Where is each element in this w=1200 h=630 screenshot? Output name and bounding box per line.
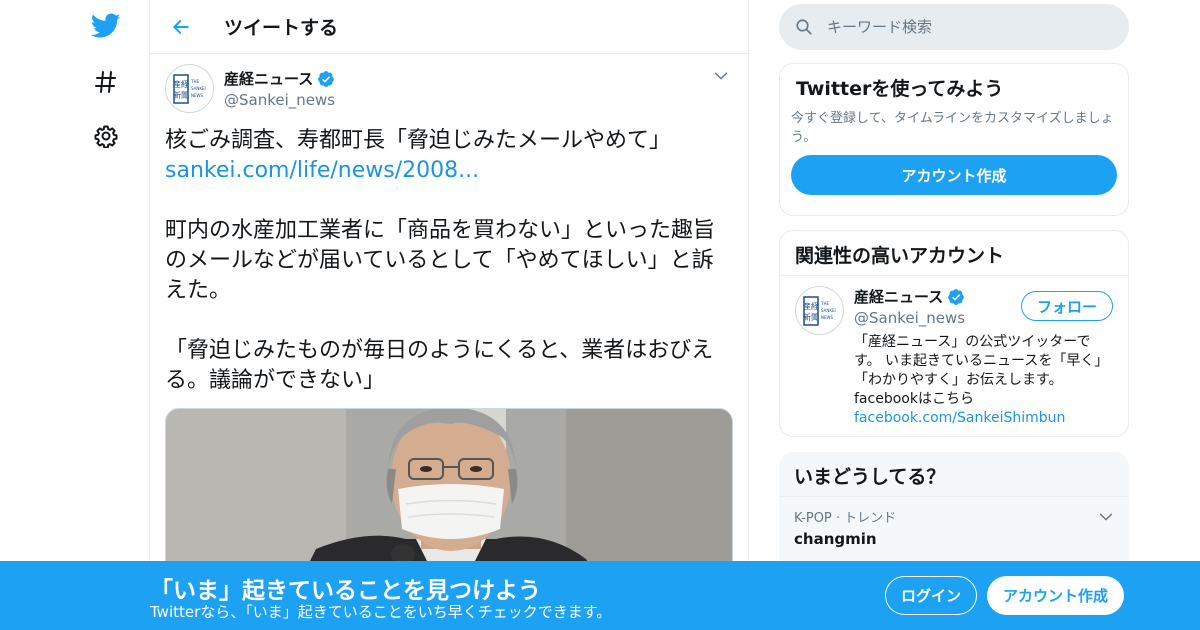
right-sidebar: Twitterを使ってみよう 今すぐ登録して、タイムラインをカスタマイズしましょ… — [779, 0, 1129, 592]
main-header: ツイートする — [150, 0, 748, 54]
gear-icon[interactable] — [90, 120, 122, 152]
tweet-link[interactable]: sankei.com/life/news/2008... — [165, 158, 479, 183]
svg-text:SANKEI: SANKEI — [821, 308, 836, 313]
banner-title: 「いま」起きていることを見つけよう — [150, 578, 541, 604]
banner-create-account-button[interactable]: アカウント作成 — [987, 576, 1124, 615]
author-name[interactable]: 産経ニュース — [224, 68, 313, 89]
svg-text:新聞: 新聞 — [803, 312, 819, 322]
page-title: ツイートする — [224, 17, 339, 39]
hashtag-icon[interactable] — [90, 66, 122, 98]
main-column: ツイートする 産経 新聞 THE SANKEI NEWS 産経ニュース @San… — [149, 0, 749, 630]
search-icon — [796, 19, 812, 35]
signup-card-title: Twitterを使ってみよう — [796, 78, 1004, 100]
sankei-logo-icon: 産経 新聞 THE SANKEI NEWS — [173, 73, 206, 104]
banner-subtitle: Twitterなら、「いま」起きていることをいち早くチェックできます。 — [150, 603, 612, 621]
search-input[interactable] — [827, 18, 1097, 36]
twitter-bird-icon[interactable] — [90, 10, 122, 42]
verified-badge-icon — [948, 288, 965, 305]
tweet-line-1: 核ごみ調査、寿都町長「脅迫じみたメールやめて」 — [165, 128, 672, 153]
trends-card-title: いまどうしてる？ — [794, 466, 946, 488]
create-account-button[interactable]: アカウント作成 — [791, 155, 1117, 195]
signup-banner: 「いま」起きていることを見つけよう Twitterなら、「いま」起きていることを… — [0, 561, 1200, 630]
follow-button[interactable]: フォロー — [1021, 291, 1113, 321]
trend-name: changmin — [794, 530, 877, 548]
signup-prompt-card: Twitterを使ってみよう 今すぐ登録して、タイムラインをカスタマイズしましょ… — [779, 63, 1129, 216]
related-card-title: 関連性の高いアカウント — [795, 245, 1005, 267]
svg-text:THE: THE — [820, 301, 829, 306]
search-bar[interactable] — [779, 4, 1129, 50]
related-account: 産経 新聞 THE SANKEI NEWS 産経ニュース @Sankei_new… — [780, 276, 1128, 438]
svg-text:NEWS: NEWS — [821, 315, 833, 320]
tweet-paragraph-3: 「脅迫じみたものが毎日のようにくると、業者はおびえる。議論ができない」 — [165, 338, 714, 393]
svg-text:SANKEI: SANKEI — [191, 86, 206, 91]
signup-card-description: 今すぐ登録して、タイムラインをカスタマイズしましょう。 — [791, 111, 1114, 145]
author-avatar[interactable]: 産経 新聞 THE SANKEI NEWS — [165, 64, 214, 113]
svg-text:NEWS: NEWS — [191, 93, 203, 98]
left-nav — [0, 0, 150, 630]
related-account-name[interactable]: 産経ニュース — [854, 286, 943, 307]
chevron-down-icon[interactable] — [713, 68, 729, 84]
login-button[interactable]: ログイン — [885, 576, 977, 615]
svg-text:産経: 産経 — [173, 79, 189, 89]
svg-text:産経: 産経 — [803, 301, 819, 311]
svg-text:THE: THE — [190, 79, 199, 84]
related-account-bio: 「産経ニュース」の公式ツイッターです。 いま起きているニュースを「早く」「わかり… — [854, 334, 1109, 407]
related-account-avatar[interactable]: 産経 新聞 THE SANKEI NEWS — [795, 286, 844, 335]
tweet-paragraph-2: 町内の水産加工業者に「商品を買わない」といった趣旨のメールなどが届いているとして… — [165, 218, 716, 303]
chevron-down-icon[interactable] — [1098, 509, 1114, 525]
sankei-logo-icon: 産経 新聞 THE SANKEI NEWS — [803, 295, 836, 326]
author-handle[interactable]: @Sankei_news — [224, 91, 335, 109]
tweet-author: 産経 新聞 THE SANKEI NEWS 産経ニュース @Sankei_new… — [165, 64, 735, 116]
trend-item[interactable]: K-POP · トレンド changmin — [779, 497, 1129, 558]
related-accounts-card: 関連性の高いアカウント 産経 新聞 THE SANKEI NEWS 産経ニュース… — [779, 230, 1129, 437]
related-account-link[interactable]: facebook.com/SankeiShimbun — [854, 409, 1113, 428]
back-arrow-icon[interactable] — [168, 14, 194, 40]
svg-text:新聞: 新聞 — [173, 90, 189, 100]
verified-badge-icon — [318, 70, 335, 87]
trend-meta: K-POP · トレンド — [794, 511, 897, 526]
tweet: 産経 新聞 THE SANKEI NEWS 産経ニュース @Sankei_new… — [165, 64, 735, 608]
tweet-text: 核ごみ調査、寿都町長「脅迫じみたメールやめて」 sankei.com/life/… — [165, 126, 735, 396]
